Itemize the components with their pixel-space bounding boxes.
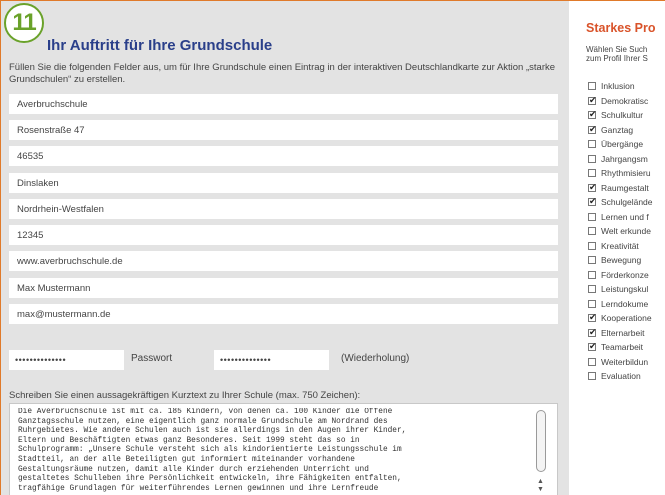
- profile-checkbox-label: Rhythmisieru: [601, 168, 651, 178]
- checkbox-checked-icon[interactable]: [588, 196, 597, 207]
- profile-checkbox-label: Lernen und f: [601, 211, 649, 222]
- profile-checkbox-label: Welt erkunde: [601, 226, 651, 236]
- postcode-field[interactable]: 46535: [9, 146, 558, 166]
- checkbox-unchecked-icon[interactable]: [588, 82, 596, 90]
- email-field[interactable]: max@mustermann.de: [9, 304, 558, 324]
- profile-checkbox-item[interactable]: Schulkultur: [588, 109, 665, 122]
- checkbox-unchecked-icon[interactable]: [588, 299, 596, 308]
- profile-checkbox-item[interactable]: Elternarbeit: [588, 327, 665, 340]
- profile-checkbox-label: Schulgelände: [601, 197, 653, 207]
- profile-checkbox-label: Teamarbeit: [601, 342, 644, 352]
- profile-checkbox-item[interactable]: Ganztag: [588, 124, 665, 137]
- profile-checkbox-label: Übergänge: [601, 139, 644, 149]
- contact-name-field[interactable]: Max Mustermann: [9, 278, 558, 298]
- profile-checkbox-item[interactable]: Rhythmisieru: [588, 168, 665, 180]
- profile-checkbox-item[interactable]: Kooperatione: [588, 312, 665, 325]
- profile-checkbox-item[interactable]: Übergänge: [588, 139, 665, 151]
- profile-checkbox-label: Weiterbildun: [601, 356, 649, 367]
- profile-checkbox-label: Kooperatione: [601, 313, 652, 323]
- password-label: Passwort: [131, 353, 173, 364]
- school-number-field[interactable]: 12345: [9, 225, 558, 245]
- profile-title: Starkes Pro: [586, 21, 656, 35]
- checkbox-unchecked-icon[interactable]: [588, 154, 596, 163]
- checkbox-checked-icon[interactable]: [588, 327, 597, 338]
- profile-checkbox-item[interactable]: Förderkonze: [588, 270, 665, 282]
- checkbox-checked-icon[interactable]: [588, 312, 597, 323]
- scrollbar-thumb[interactable]: [536, 410, 546, 472]
- profile-checkbox-item[interactable]: Evaluation: [588, 371, 665, 383]
- profile-checkbox-item[interactable]: Demokratisc: [588, 95, 665, 108]
- profile-checkbox-item[interactable]: Jahrgangsm: [588, 154, 665, 166]
- profile-checkbox-item[interactable]: Teamarbeit: [588, 341, 665, 354]
- checkbox-unchecked-icon[interactable]: [588, 241, 596, 250]
- form-panel: Ihr Auftritt für Ihre Grundschule Füllen…: [1, 1, 569, 495]
- profile-checkbox-label: Kreativität: [601, 240, 639, 251]
- checkbox-unchecked-icon[interactable]: [588, 212, 596, 221]
- profile-checkbox-label: Raumgestalt: [601, 182, 649, 193]
- profile-checkbox-label: Lerndokume: [601, 298, 649, 309]
- scroll-up-icon[interactable]: ▲: [537, 478, 544, 485]
- profile-intro-line-2: zum Profil Ihrer S: [586, 54, 648, 63]
- profile-checkbox-label: Leistungskul: [601, 284, 649, 294]
- profile-checkbox-item[interactable]: Inklusion: [588, 81, 665, 93]
- profile-checkbox-item[interactable]: Raumgestalt: [588, 182, 665, 195]
- profile-checkbox-label: Schulkultur: [601, 110, 644, 120]
- profile-checkbox-item[interactable]: Schulgelände: [588, 196, 665, 209]
- checkbox-unchecked-icon[interactable]: [588, 285, 596, 293]
- profile-checkbox-item[interactable]: Bewegung: [588, 255, 665, 267]
- textarea-scrollbar[interactable]: ▲ ▼: [535, 408, 547, 494]
- profile-checkbox-item[interactable]: Lerndokume: [588, 299, 665, 311]
- password-field[interactable]: ••••••••••••••: [9, 350, 124, 370]
- profile-checkbox-label: Ganztag: [601, 124, 634, 135]
- state-field[interactable]: Nordrhein-Westfalen: [9, 199, 558, 219]
- profile-intro: Wählen Sie Such zum Profil Ihrer S: [586, 45, 648, 63]
- checkbox-checked-icon[interactable]: [588, 95, 597, 106]
- password-repeat-field[interactable]: ••••••••••••••: [214, 350, 329, 370]
- profile-checkbox-label: Jahrgangsm: [601, 153, 648, 164]
- kurztext-content[interactable]: Die Averbruchschule ist mit ca. 185 Kind…: [18, 408, 528, 495]
- profile-checkbox-item[interactable]: Welt erkunde: [588, 226, 665, 238]
- scroll-down-icon[interactable]: ▼: [537, 486, 544, 493]
- checkbox-checked-icon[interactable]: [588, 109, 597, 120]
- profile-checkbox-label: Demokratisc: [601, 95, 649, 106]
- password-repeat-label: (Wiederholung): [341, 353, 410, 364]
- checkbox-unchecked-icon[interactable]: [588, 256, 596, 264]
- profile-checkbox-label: Elternarbeit: [601, 327, 645, 338]
- checkbox-unchecked-icon[interactable]: [588, 140, 596, 148]
- profile-checkbox-item[interactable]: Weiterbildun: [588, 357, 665, 369]
- school-name-field[interactable]: Averbruchschule: [9, 94, 558, 114]
- checkbox-checked-icon[interactable]: [588, 341, 597, 352]
- checkbox-checked-icon[interactable]: [588, 124, 597, 135]
- profile-checkbox-label: Förderkonze: [601, 269, 649, 280]
- profile-checkbox-item[interactable]: Kreativität: [588, 241, 665, 253]
- checkbox-unchecked-icon[interactable]: [588, 372, 596, 380]
- checkbox-unchecked-icon[interactable]: [588, 169, 596, 177]
- profile-checkbox-label: Inklusion: [601, 81, 635, 91]
- profile-checkbox-item[interactable]: Leistungskul: [588, 284, 665, 296]
- profile-checkbox-label: Evaluation: [601, 371, 641, 381]
- kurztext-label: Schreiben Sie einen aussagekräftigen Kur…: [9, 390, 361, 401]
- form-title: Ihr Auftritt für Ihre Grundschule: [47, 37, 273, 54]
- checkbox-checked-icon[interactable]: [588, 182, 597, 193]
- street-field[interactable]: Rosenstraße 47: [9, 120, 558, 140]
- profile-intro-line-1: Wählen Sie Such: [586, 45, 648, 54]
- checkbox-unchecked-icon[interactable]: [588, 227, 596, 235]
- profile-checkbox-item[interactable]: Lernen und f: [588, 212, 665, 224]
- step-number-badge: 11: [4, 3, 44, 43]
- checkbox-unchecked-icon[interactable]: [588, 270, 596, 279]
- website-field[interactable]: www.averbruchschule.de: [9, 251, 558, 271]
- form-intro: Füllen Sie die folgenden Felder aus, um …: [9, 62, 556, 85]
- checkbox-unchecked-icon[interactable]: [588, 357, 596, 366]
- kurztext-textarea[interactable]: Die Averbruchschule ist mit ca. 185 Kind…: [9, 403, 558, 495]
- profile-checkbox-label: Bewegung: [601, 255, 642, 265]
- city-field[interactable]: Dinslaken: [9, 173, 558, 193]
- profile-panel: Starkes Pro Wählen Sie Such zum Profil I…: [570, 1, 665, 495]
